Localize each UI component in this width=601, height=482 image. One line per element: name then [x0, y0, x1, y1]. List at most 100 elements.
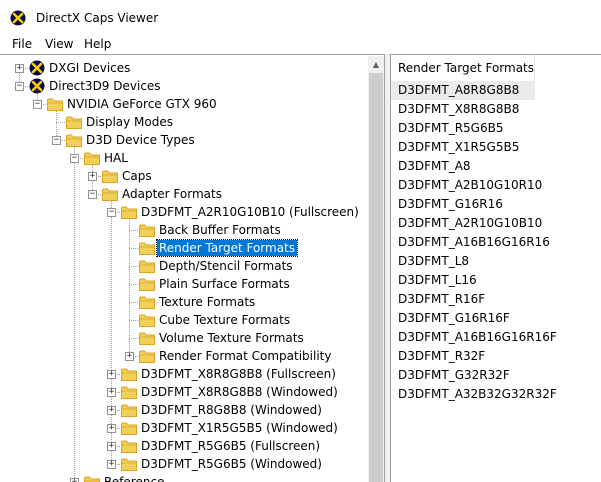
expand-plus-icon[interactable]: + — [107, 442, 116, 451]
folder-icon — [121, 440, 137, 453]
tree-node[interactable]: + Render Format Compatibility — [0, 347, 366, 365]
tree-node[interactable]: − Direct3D9 Devices — [0, 77, 366, 95]
tree-node[interactable]: + Caps — [0, 167, 366, 185]
tree-node-label: Cube Texture Formats — [159, 313, 291, 327]
list-item[interactable]: D3DFMT_R5G6B5 — [391, 119, 503, 138]
list-column-header[interactable]: Render Target Formats — [391, 55, 535, 81]
menu-bar: File View Help — [0, 34, 601, 54]
list-item[interactable]: D3DFMT_A8R8G8B8 — [391, 81, 535, 100]
tree-node[interactable]: Display Modes — [0, 113, 366, 131]
tree-node-label: Display Modes — [86, 115, 173, 129]
tree-node-label: HAL — [104, 151, 128, 165]
directx-icon — [10, 10, 26, 26]
list-item[interactable]: D3DFMT_G16R16 — [391, 195, 503, 214]
tree-node[interactable]: Back Buffer Formats — [0, 221, 366, 239]
list-item[interactable]: D3DFMT_A8 — [391, 157, 471, 176]
folder-icon — [121, 404, 137, 417]
tree-node[interactable]: + D3DFMT_R5G6B5 (Fullscreen) — [0, 437, 366, 455]
list-item[interactable]: D3DFMT_X1R5G5B5 — [391, 138, 519, 157]
list-item[interactable]: D3DFMT_L8 — [391, 252, 469, 271]
tree-node-label: Caps — [122, 169, 152, 183]
list-item[interactable]: D3DFMT_A2R10G10B10 — [391, 214, 542, 233]
folder-icon — [139, 296, 155, 309]
expand-plus-icon[interactable]: + — [125, 352, 134, 361]
tree-node-label: Volume Texture Formats — [159, 331, 304, 345]
tree-node[interactable]: Cube Texture Formats — [0, 311, 366, 329]
tree-node[interactable]: Volume Texture Formats — [0, 329, 366, 347]
tree-vertical-scrollbar[interactable]: ▲ — [368, 56, 384, 482]
tree-node[interactable]: Render Target Formats — [0, 239, 366, 257]
folder-icon — [66, 134, 82, 147]
list-item[interactable]: D3DFMT_R16F — [391, 290, 485, 309]
tree-node-label: D3DFMT_A2R10G10B10 (Fullscreen) — [141, 205, 359, 219]
tree-node[interactable]: Depth/Stencil Formats — [0, 257, 366, 275]
expand-plus-icon[interactable]: + — [107, 370, 116, 379]
tree-node[interactable]: − Adapter Formats — [0, 185, 366, 203]
tree-node-label: Adapter Formats — [122, 187, 222, 201]
expand-plus-icon[interactable]: + — [107, 388, 116, 397]
expand-plus-icon[interactable]: + — [107, 424, 116, 433]
folder-icon — [121, 422, 137, 435]
collapse-minus-icon[interactable]: − — [15, 82, 24, 91]
client-area: + DXGI Devices − Direct3D9 Devices − NVIDIA G… — [0, 54, 601, 482]
folder-icon — [139, 278, 155, 291]
menu-help[interactable]: Help — [84, 36, 111, 52]
list-item[interactable]: D3DFMT_A32B32G32R32F — [391, 385, 557, 404]
list-item[interactable]: D3DFMT_L16 — [391, 271, 477, 290]
folder-icon — [66, 116, 82, 129]
list-item[interactable]: D3DFMT_A16B16G16R16F — [391, 328, 557, 347]
tree-node-label: Reference — [104, 475, 165, 482]
tree-node-label: DXGI Devices — [49, 61, 131, 75]
tree-node-label: D3DFMT_X8R8G8B8 (Fullscreen) — [141, 367, 336, 381]
menu-file[interactable]: File — [12, 36, 32, 52]
tree-node-label: Render Format Compatibility — [159, 349, 332, 363]
tree-node[interactable]: + D3DFMT_X8R8G8B8 (Windowed) — [0, 383, 366, 401]
tree-node[interactable]: − D3D Device Types — [0, 131, 366, 149]
folder-icon — [84, 152, 100, 165]
tree-node[interactable]: Plain Surface Formats — [0, 275, 366, 293]
list-item[interactable]: D3DFMT_A2B10G10R10 — [391, 176, 542, 195]
tree-node-label: Depth/Stencil Formats — [159, 259, 293, 273]
expand-plus-icon[interactable]: + — [88, 172, 97, 181]
tree-node-label: D3DFMT_R8G8B8 (Windowed) — [141, 403, 322, 417]
tree-node-label: D3DFMT_X8R8G8B8 (Windowed) — [141, 385, 338, 399]
tree-node[interactable]: + D3DFMT_X1R5G5B5 (Windowed) — [0, 419, 366, 437]
list-item[interactable]: D3DFMT_A16B16G16R16 — [391, 233, 550, 252]
tree-node[interactable]: + D3DFMT_R8G8B8 (Windowed) — [0, 401, 366, 419]
folder-icon — [139, 350, 155, 363]
list-item[interactable]: D3DFMT_G16R16F — [391, 309, 510, 328]
collapse-minus-icon[interactable]: − — [52, 136, 61, 145]
expand-plus-icon[interactable]: + — [70, 478, 79, 482]
tree-node[interactable]: − HAL — [0, 149, 366, 167]
tree-node[interactable]: + Reference — [0, 473, 366, 482]
tree-node[interactable]: + DXGI Devices — [0, 59, 366, 77]
collapse-minus-icon[interactable]: − — [70, 154, 79, 163]
tree-node-label: NVIDIA GeForce GTX 960 — [67, 97, 217, 111]
scroll-thumb[interactable] — [369, 73, 383, 482]
tree-node-label: Texture Formats — [159, 295, 256, 309]
tree-node-label: Render Target Formats — [155, 239, 299, 257]
scroll-up-arrow-icon[interactable]: ▲ — [368, 56, 384, 73]
collapse-minus-icon[interactable]: − — [33, 100, 42, 109]
tree-node-label: D3DFMT_X1R5G5B5 (Windowed) — [141, 421, 338, 435]
tree-node[interactable]: − NVIDIA GeForce GTX 960 — [0, 95, 366, 113]
device-tree[interactable]: + DXGI Devices − Direct3D9 Devices − NVIDIA G… — [0, 54, 385, 482]
collapse-minus-icon[interactable]: − — [107, 208, 116, 217]
list-item[interactable]: D3DFMT_X8R8G8B8 — [391, 100, 519, 119]
collapse-minus-icon[interactable]: − — [88, 190, 97, 199]
tree-node-label: Plain Surface Formats — [159, 277, 290, 291]
list-item[interactable]: D3DFMT_G32R32F — [391, 366, 510, 385]
tree-node[interactable]: + D3DFMT_X8R8G8B8 (Fullscreen) — [0, 365, 366, 383]
list-item[interactable]: D3DFMT_R32F — [391, 347, 485, 366]
menu-view[interactable]: View — [45, 36, 73, 52]
tree-node[interactable]: − D3DFMT_A2R10G10B10 (Fullscreen) — [0, 203, 366, 221]
expand-plus-icon[interactable]: + — [107, 460, 116, 469]
expand-plus-icon[interactable]: + — [107, 406, 116, 415]
expand-plus-icon[interactable]: + — [15, 64, 24, 73]
tree-node[interactable]: + D3DFMT_R5G6B5 (Windowed) — [0, 455, 366, 473]
format-list[interactable]: Render Target Formats D3DFMT_A8R8G8B8 D3D… — [390, 54, 601, 482]
tree-node[interactable]: Texture Formats — [0, 293, 366, 311]
title-bar[interactable]: DirectX Caps Viewer — [0, 0, 601, 34]
directx-icon — [29, 78, 45, 94]
folder-icon — [139, 224, 155, 237]
